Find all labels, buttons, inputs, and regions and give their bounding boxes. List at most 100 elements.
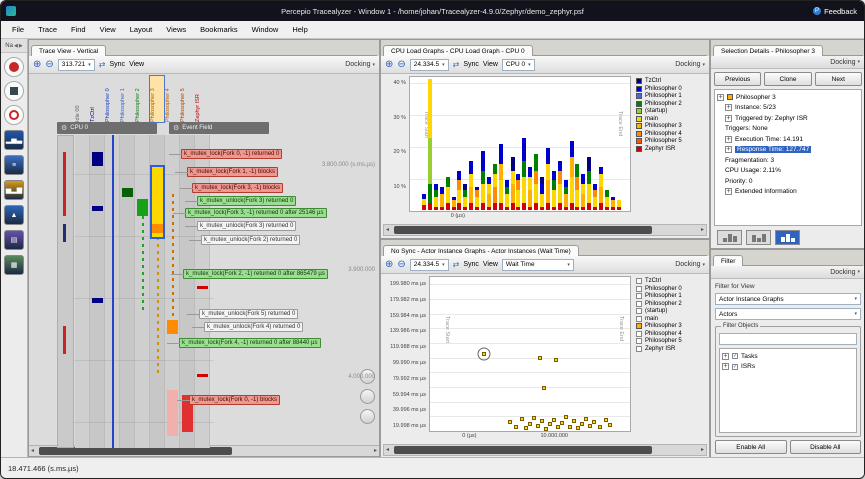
filter-checkbox[interactable]: ✓ [732,353,738,360]
view-menu-button[interactable]: View [129,61,144,68]
scatter-point[interactable] [604,417,608,422]
scatter-point[interactable] [540,419,544,424]
expand-icon[interactable]: + [725,188,732,196]
expand-icon[interactable]: + [725,135,732,143]
scatter-point[interactable] [514,424,518,429]
docking-menu[interactable]: Docking ▾ [675,61,705,68]
cpu-load-bar[interactable] [516,173,521,210]
event-label[interactable]: k_mutex_unlock(Fork 2) returned 0 [188,235,301,245]
expand-icon[interactable]: + [717,93,724,101]
legend-item[interactable]: Philosopher 0 [636,285,705,292]
lane-header-5[interactable]: Philosopher 3 [149,75,165,123]
scatter-point[interactable] [556,425,560,430]
filter-objects-input[interactable] [719,333,857,345]
cpu-load-bar[interactable] [563,180,568,210]
legend-item[interactable]: Philosopher 1 [636,293,705,299]
trace-segment[interactable] [197,374,208,377]
cpu-load-bar[interactable] [451,196,456,210]
legend-item[interactable]: TzCtrl [636,78,705,84]
trace-segment[interactable] [167,390,178,436]
scatter-point[interactable] [584,417,588,422]
scatter-point[interactable] [552,417,556,422]
scatter-point[interactable] [588,423,592,428]
scatter-point[interactable] [608,423,612,428]
menu-file[interactable]: File [5,23,31,36]
event-label[interactable]: k_mutex_unlock(Fork 5) returned 0 [186,309,299,319]
tree-item[interactable]: Priority: 0 [725,176,859,187]
trace-segment[interactable] [197,286,208,289]
sync-toggle[interactable]: Sync [463,261,479,268]
cpu-load-bar[interactable] [587,157,592,210]
scatter-point[interactable] [532,415,536,420]
cpu-load-bar[interactable] [540,177,544,210]
event-label[interactable]: k_mutex_unlock(Fork 3) returned 0 [184,196,297,206]
feedback-button[interactable]: P Feedback [806,7,864,16]
detail-view-icon-button-2[interactable] [746,229,771,245]
scatter-point[interactable] [538,355,542,360]
tab-cpu-load-graph[interactable]: CPU Load Graphs - CPU Load Graph - CPU 0 [383,45,533,56]
trace-nav-circle-3[interactable] [360,409,375,424]
event-field-column-header[interactable]: ⚙ Event Field [169,122,269,134]
expand-icon[interactable]: + [722,363,729,371]
trace-segment[interactable] [167,320,178,334]
legend-checkbox[interactable] [636,315,642,322]
scrollbar-thumb[interactable] [39,447,232,455]
event-label[interactable]: k_mutex_lock(Fork 0, -1) returned 0 [168,149,283,159]
legend-item[interactable]: Philosopher 5 [636,138,705,144]
scatter-point[interactable] [544,426,548,431]
cpu-load-bar[interactable] [445,177,450,210]
legend-item[interactable]: (startup) [636,308,705,314]
streaming-trace-view-button[interactable]: ▂▅▃ [4,130,24,150]
lane-header-0[interactable]: Idle 00 [75,76,89,122]
zoom-in-button[interactable]: ⊕ [385,59,393,70]
legend-checkbox[interactable] [636,345,642,352]
scatter-point[interactable] [572,418,576,423]
memory-heap-button[interactable]: ▦ [4,255,24,275]
scatter-point[interactable] [554,357,558,362]
legend-checkbox[interactable] [636,323,642,329]
zoom-out-button[interactable]: ⊖ [397,59,405,70]
legend-item[interactable]: Philosopher 0 [636,85,705,92]
trace-segment[interactable] [152,224,163,233]
legend-checkbox[interactable] [636,278,642,284]
scatter-point[interactable] [592,420,596,425]
cpu-select-combo[interactable]: CPU 0 ▾ [501,58,535,71]
legend-item[interactable]: Philosopher 3 [636,323,705,329]
scatter-point[interactable] [508,420,512,425]
legend-checkbox[interactable] [636,308,642,314]
actor-instance-plot[interactable]: Trace Start Trace End [429,276,631,432]
legend-item[interactable]: Philosopher 1 [636,93,705,99]
filter-tree-item[interactable]: + ✓ Tasks [722,351,854,362]
actor-zoom-level-combo[interactable]: 24.334.5 ▾ [409,258,449,271]
nav-right-icon[interactable]: ▶ [19,43,23,49]
menu-find[interactable]: Find [64,23,93,36]
legend-item[interactable]: TzCtrl [636,278,705,284]
scatter-point[interactable] [520,417,524,422]
event-label[interactable]: k_mutex_lock(Fork 1, -1) blocks [174,167,279,177]
tree-item[interactable]: + Extended Information [725,187,859,198]
scroll-right-icon[interactable]: ▸ [701,226,704,235]
sync-toggle[interactable]: Sync [463,61,479,68]
cpu-load-bar[interactable] [569,141,574,210]
legend-checkbox[interactable] [636,293,642,299]
cpu-load-bar[interactable] [528,167,533,210]
cpu-load-bar[interactable] [534,154,539,210]
legend-checkbox[interactable] [636,285,642,292]
lane-header-3[interactable]: Philosopher 1 [120,76,134,122]
cpu-load-bar[interactable] [575,164,580,210]
cpu-load-graph-button[interactable]: ▅▂▆ [4,180,24,200]
detail-view-icon-button-3[interactable] [775,229,800,245]
legend-checkbox[interactable] [636,330,642,337]
cpu-zoom-level-combo[interactable]: 24.334.5 ▾ [409,58,449,71]
tree-item[interactable]: Fragmentation: 3 [725,155,859,166]
cpu-load-bar[interactable] [481,150,485,210]
cpu-load-bar[interactable] [604,190,609,210]
snapshot-button[interactable] [4,105,24,125]
stop-button[interactable] [4,81,24,101]
cpu-load-bar[interactable] [498,144,503,210]
trace-segment[interactable] [122,188,133,197]
cpu-load-bar[interactable] [581,173,586,210]
trace-view-canvas[interactable]: ⚙ CPU 0 ⚙ Event Field ◂ ▸ Idle 00 TzCtrl P… [29,74,379,456]
view-menu-button[interactable]: View [483,261,498,268]
scroll-left-icon[interactable]: ◂ [386,446,389,455]
